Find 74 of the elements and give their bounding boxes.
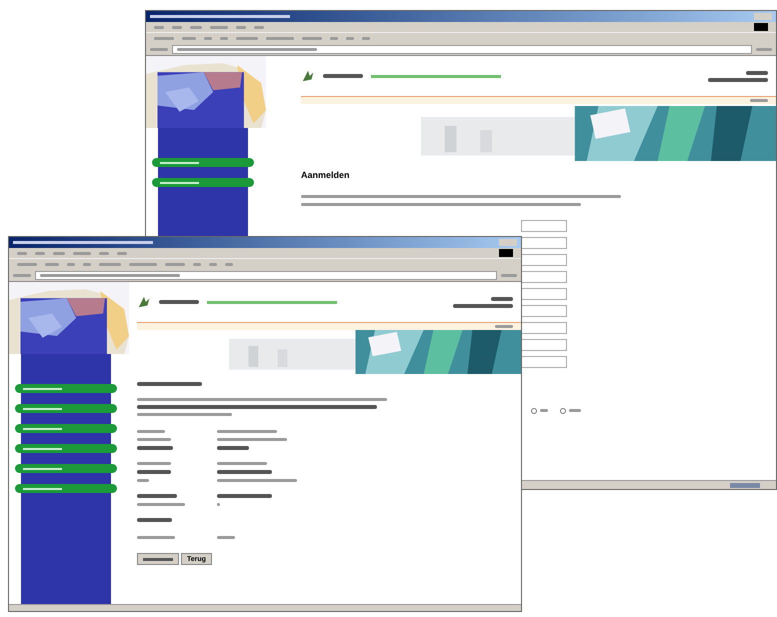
blurred-text — [217, 470, 272, 474]
blurred-text — [137, 382, 202, 386]
blurred-text — [217, 503, 220, 506]
nav-button[interactable] — [152, 178, 254, 187]
blurred-text — [53, 252, 65, 254]
blurred-text — [137, 462, 171, 465]
nav-button[interactable] — [15, 384, 117, 393]
blurred-text — [236, 37, 258, 40]
input-field[interactable] — [521, 220, 567, 232]
blurred-text — [491, 296, 513, 300]
blurred-text — [13, 274, 31, 277]
nav-button[interactable] — [152, 158, 254, 167]
blurred-text — [137, 446, 173, 450]
input-field[interactable] — [521, 254, 567, 266]
blurred-text — [129, 263, 157, 266]
blurred-text — [137, 430, 165, 433]
input-field[interactable] — [521, 236, 567, 248]
blurred-text — [217, 446, 249, 450]
input-field[interactable] — [521, 304, 567, 316]
blurred-text — [501, 274, 517, 277]
browser-logo-icon — [754, 23, 768, 31]
blurred-text — [217, 462, 267, 465]
nav-button[interactable] — [15, 404, 117, 413]
nav-button[interactable] — [15, 424, 117, 433]
nav-button[interactable] — [15, 444, 117, 453]
blurred-text — [137, 438, 171, 441]
blurred-text — [150, 48, 168, 51]
blurred-text — [99, 263, 121, 266]
input-field[interactable] — [521, 356, 567, 368]
blurred-text — [453, 304, 513, 308]
blurred-text — [217, 536, 235, 539]
submit-button[interactable] — [137, 553, 179, 565]
blurred-text — [302, 37, 322, 40]
blurred-text — [750, 99, 768, 102]
blurred-text — [73, 252, 91, 254]
leaf-logo-icon — [301, 69, 315, 83]
nav-button[interactable] — [15, 484, 117, 493]
blurred-text — [569, 409, 581, 412]
input-field[interactable] — [521, 288, 567, 300]
nav-button[interactable] — [15, 464, 117, 473]
blurred-text — [323, 74, 363, 78]
blurred-text — [217, 494, 272, 498]
blurred-text — [137, 518, 172, 522]
input-field[interactable] — [521, 270, 567, 282]
leaf-logo-icon — [137, 295, 151, 309]
blurred-text — [154, 37, 174, 40]
input-field[interactable] — [521, 322, 567, 334]
blurred-text — [182, 37, 196, 40]
blurred-text — [165, 263, 185, 266]
blurred-text — [540, 409, 548, 412]
blurred-text — [708, 78, 768, 82]
blurred-text — [217, 438, 287, 441]
blurred-text — [137, 503, 185, 506]
address-field[interactable] — [172, 45, 752, 54]
blurred-text — [17, 263, 37, 266]
blurred-text — [746, 70, 768, 74]
address-field[interactable] — [35, 271, 497, 280]
radio-button[interactable] — [560, 408, 566, 414]
blurred-text — [190, 26, 202, 28]
blurred-text — [266, 37, 294, 40]
blurred-text — [137, 479, 149, 482]
blurred-text — [159, 300, 199, 304]
page-heading: Aanmelden — [301, 169, 351, 182]
blurred-text — [495, 325, 513, 328]
browser-logo-icon — [499, 249, 513, 257]
blurred-text — [137, 470, 171, 474]
radio-button[interactable] — [531, 408, 537, 414]
blurred-text — [756, 48, 772, 51]
blurred-text — [210, 26, 228, 28]
blurred-text — [137, 536, 175, 539]
blurred-text — [137, 494, 177, 498]
input-field[interactable] — [521, 338, 567, 350]
blurred-text — [45, 263, 59, 266]
blurred-text — [217, 430, 277, 433]
